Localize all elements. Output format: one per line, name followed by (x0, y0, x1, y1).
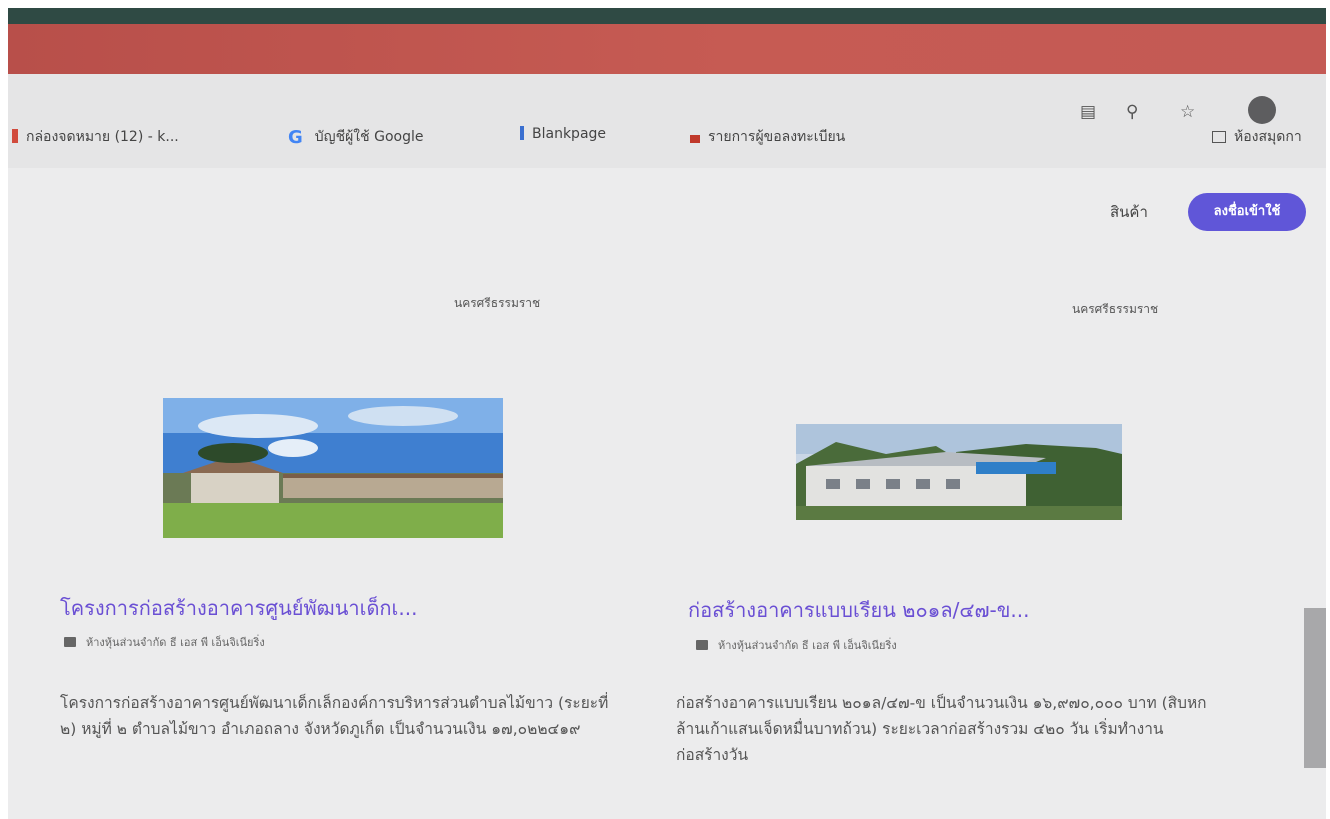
card-description: โครงการก่อสร้างอาคารศูนย์พัฒนาเด็กเล็กอง… (60, 694, 609, 738)
google-icon: G (288, 127, 303, 148)
store-icon (64, 637, 76, 647)
list-icon (690, 135, 700, 143)
page-content: สินค้า ลงชื่อเข้าใช้ นครศรีธรรมราช โครงก… (8, 168, 1326, 819)
store-icon (696, 640, 708, 650)
card-company: ห้างหุ้นส่วนจำกัด ธี เอส พี เอ็นจิเนียริ… (696, 636, 897, 654)
building-photo (163, 398, 503, 538)
card-title[interactable]: ก่อสร้างอาคารแบบเรียน ๒๐๑ล/๔๗-ข... (688, 594, 1218, 626)
card-image[interactable] (163, 398, 503, 538)
card-title[interactable]: โครงการก่อสร้างอาคารศูนย์พัฒนาเด็กเ... (60, 592, 600, 624)
monitor-screen: ▤ ⚲ ☆ กล่องจดหมาย (12) - k... G บัญชีผู้ใ… (8, 8, 1326, 819)
monitor-bezel (8, 8, 1326, 24)
bookmark-registration-list[interactable]: รายการผู้ขอลงทะเบียน (690, 126, 845, 148)
nav-products-link[interactable]: สินค้า (1110, 200, 1148, 224)
bookmark-blankpage[interactable]: Blankpage (520, 126, 606, 142)
reading-list-icon (1212, 131, 1226, 143)
reading-list-button[interactable]: ห้องสมุดกา (1212, 126, 1302, 148)
bookmark-google-account[interactable]: G บัญชีผู้ใช้ Google (288, 126, 423, 148)
translate-icon[interactable]: ▤ (1080, 102, 1096, 122)
login-button[interactable]: ลงชื่อเข้าใช้ (1188, 193, 1306, 231)
card-image[interactable] (796, 424, 1122, 520)
mail-icon (12, 129, 18, 143)
browser-toolbar: ▤ ⚲ ☆ กล่องจดหมาย (12) - k... G บัญชีผู้ใ… (8, 74, 1326, 169)
page-icon (520, 126, 524, 140)
card-province: นครศรีธรรมราช (1072, 302, 1159, 316)
browser-tab-strip (8, 24, 1326, 74)
bookmark-star-icon[interactable]: ☆ (1180, 102, 1195, 122)
building-photo (796, 424, 1122, 520)
card-province: นครศรีธรรมราช (454, 296, 541, 310)
profile-avatar[interactable] (1248, 96, 1276, 124)
bookmarks-bar: กล่องจดหมาย (12) - k... G บัญชีผู้ใช้ Goo… (8, 122, 1326, 150)
page-scrollbar[interactable] (1304, 608, 1326, 768)
card-company: ห้างหุ้นส่วนจำกัด ธี เอส พี เอ็นจิเนียริ… (64, 633, 265, 651)
card-description: ก่อสร้างอาคารแบบเรียน ๒๐๑ล/๔๗-ข เป็นจำนว… (676, 694, 1207, 764)
bookmark-mail[interactable]: กล่องจดหมาย (12) - k... (12, 126, 179, 148)
zoom-icon[interactable]: ⚲ (1126, 102, 1138, 122)
